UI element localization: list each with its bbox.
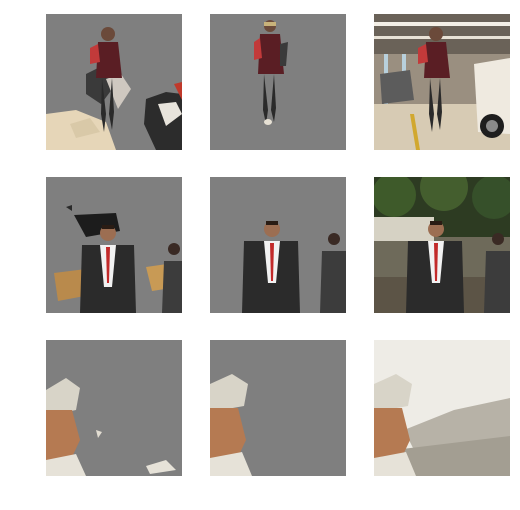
row2-original-image-panel xyxy=(374,177,510,313)
row2-mask-b-panel xyxy=(210,177,346,313)
row3-mask-b-panel xyxy=(210,340,346,476)
row1-original-image-panel xyxy=(374,14,510,150)
row3-original-image-panel xyxy=(374,340,510,476)
image-grid xyxy=(0,0,520,510)
row3-mask-a-panel xyxy=(46,340,182,476)
row1-mask-a-panel xyxy=(46,14,182,150)
row2-mask-a-panel xyxy=(46,177,182,313)
row1-mask-b-panel xyxy=(210,14,346,150)
